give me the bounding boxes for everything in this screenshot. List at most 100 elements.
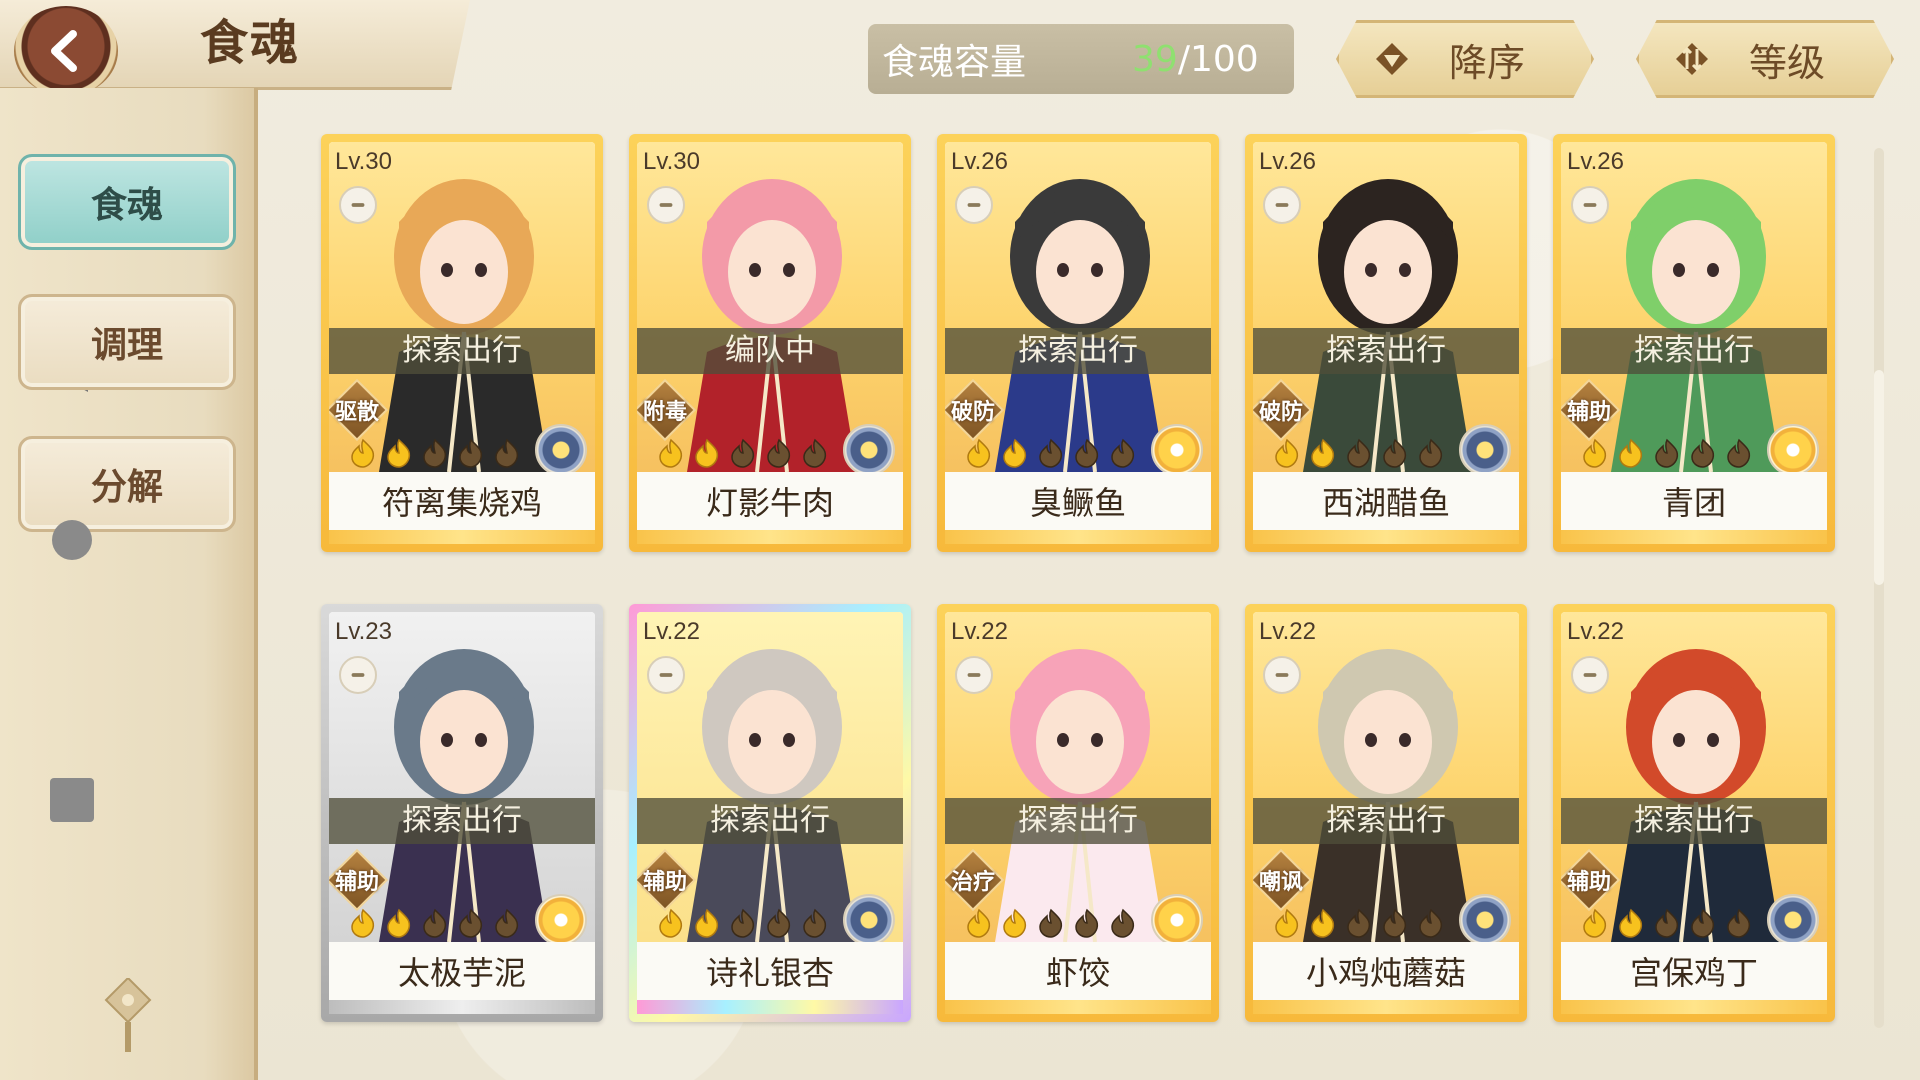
scrollbar-track[interactable] <box>1874 148 1884 1028</box>
star-flame-empty-icon <box>1075 438 1099 468</box>
element-flower-icon <box>1151 894 1203 946</box>
food-soul-card[interactable]: Lv.22 探索出行 嘲讽 小鸡炖蘑菇 <box>1245 604 1527 1022</box>
card-frame: Lv.22 探索出行 辅助 宫保鸡丁 <box>1561 612 1827 1014</box>
star-flame-filled-icon <box>967 908 991 938</box>
star-flame-filled-icon <box>967 438 991 468</box>
sidebar-item-food-souls[interactable]: 食魂 <box>18 154 236 250</box>
star-flame-empty-icon <box>423 908 447 938</box>
scrollbar-thumb[interactable] <box>1874 370 1884 585</box>
role-label: 驱散 <box>334 400 379 425</box>
star-flame-filled-icon <box>695 908 719 938</box>
star-flame-empty-icon <box>1039 438 1063 468</box>
star-flame-empty-icon <box>1111 438 1135 468</box>
sort-order-button[interactable]: 降序 <box>1336 20 1594 98</box>
star-flame-filled-icon <box>1619 908 1643 938</box>
star-flame-filled-icon <box>1275 908 1299 938</box>
star-flame-filled-icon <box>1583 908 1607 938</box>
capacity-display: 食魂容量 39 / 100 <box>868 24 1294 94</box>
role-badge: 驱散 <box>329 378 389 442</box>
star-rating <box>1271 438 1447 468</box>
element-flower-icon <box>535 424 587 476</box>
bowl-icon <box>339 186 377 224</box>
star-flame-empty-icon <box>1419 438 1443 468</box>
sidebar-item-label: 食魂 <box>90 184 163 226</box>
star-flame-filled-icon <box>351 908 375 938</box>
role-label: 嘲讽 <box>1258 870 1303 895</box>
element-flower-icon <box>1459 894 1511 946</box>
sidebar: 食魂 调理 分解 <box>0 88 258 1080</box>
element-flower-icon <box>1459 424 1511 476</box>
star-flame-empty-icon <box>731 438 755 468</box>
card-bottom-band <box>329 530 595 544</box>
bowl-icon <box>955 186 993 224</box>
character-figure <box>1303 179 1473 472</box>
sort-field-button[interactable]: 等级 <box>1636 20 1894 98</box>
level-label: Lv.22 <box>1259 618 1316 645</box>
card-bottom-band <box>637 1000 903 1014</box>
character-portrait: Lv.30 探索出行 驱散 <box>329 142 595 476</box>
card-frame: Lv.22 探索出行 辅助 诗礼银杏 <box>637 612 903 1014</box>
star-rating <box>655 438 831 468</box>
role-label: 辅助 <box>334 870 379 895</box>
capacity-current: 39 <box>1132 38 1178 80</box>
sidebar-item-prepare[interactable]: 调理 <box>18 294 236 390</box>
star-rating <box>963 908 1139 938</box>
character-figure <box>995 179 1165 472</box>
character-portrait: Lv.22 探索出行 辅助 <box>1561 612 1827 946</box>
food-soul-card[interactable]: Lv.23 探索出行 辅助 太极芋泥 <box>321 604 603 1022</box>
capacity-separator: / <box>1177 38 1190 80</box>
star-flame-empty-icon <box>1419 908 1443 938</box>
character-figure <box>1611 649 1781 942</box>
back-button[interactable] <box>14 6 118 96</box>
star-flame-empty-icon <box>731 908 755 938</box>
character-portrait: Lv.23 探索出行 辅助 <box>329 612 595 946</box>
food-soul-card[interactable]: Lv.30 编队中 附毒 灯影牛肉 <box>629 134 911 552</box>
status-label: 探索出行 <box>1253 798 1519 844</box>
food-soul-card[interactable]: Lv.26 探索出行 破防 臭鳜鱼 <box>937 134 1219 552</box>
character-portrait: Lv.22 探索出行 辅助 <box>637 612 903 946</box>
food-soul-card[interactable]: Lv.22 探索出行 辅助 诗礼银杏 <box>629 604 911 1022</box>
nav-recents-square-icon[interactable] <box>50 778 94 822</box>
role-label: 辅助 <box>1566 870 1611 895</box>
character-figure <box>379 649 549 942</box>
star-flame-empty-icon <box>495 908 519 938</box>
food-soul-card[interactable]: Lv.26 探索出行 辅助 青团 <box>1553 134 1835 552</box>
character-portrait: Lv.26 探索出行 破防 <box>945 142 1211 476</box>
star-rating <box>963 438 1139 468</box>
capacity-max: 100 <box>1189 38 1259 80</box>
food-soul-card[interactable]: Lv.22 探索出行 治疗 虾饺 <box>937 604 1219 1022</box>
star-rating <box>655 908 831 938</box>
food-soul-card[interactable]: Lv.26 探索出行 破防 西湖醋鱼 <box>1245 134 1527 552</box>
star-flame-filled-icon <box>1003 438 1027 468</box>
element-flower-icon <box>1767 424 1819 476</box>
star-flame-empty-icon <box>767 908 791 938</box>
nav-home-circle-icon[interactable] <box>52 520 92 560</box>
character-figure <box>687 179 857 472</box>
bowl-icon <box>647 656 685 694</box>
food-soul-card[interactable]: Lv.22 探索出行 辅助 宫保鸡丁 <box>1553 604 1835 1022</box>
page-title: 食魂 <box>200 15 301 71</box>
star-rating <box>1579 438 1755 468</box>
sort-field-label: 等级 <box>1749 40 1826 85</box>
food-soul-card[interactable]: Lv.30 探索出行 驱散 符离集烧鸡 <box>321 134 603 552</box>
star-flame-filled-icon <box>659 908 683 938</box>
star-flame-empty-icon <box>1111 908 1135 938</box>
role-badge: 辅助 <box>1561 378 1621 442</box>
role-label: 辅助 <box>1566 400 1611 425</box>
element-flower-icon <box>1767 894 1819 946</box>
card-bottom-band <box>1561 1000 1827 1014</box>
star-rating <box>347 438 523 468</box>
level-label: Lv.26 <box>1567 148 1624 175</box>
sidebar-item-decompose[interactable]: 分解 <box>18 436 236 532</box>
level-label: Lv.26 <box>1259 148 1316 175</box>
role-label: 辅助 <box>642 870 687 895</box>
role-label: 附毒 <box>642 400 687 425</box>
star-flame-filled-icon <box>387 908 411 938</box>
card-bottom-band <box>1561 530 1827 544</box>
role-badge: 破防 <box>1253 378 1313 442</box>
star-flame-empty-icon <box>423 438 447 468</box>
bowl-icon <box>1263 186 1301 224</box>
star-rating <box>347 908 523 938</box>
character-portrait: Lv.26 探索出行 破防 <box>1253 142 1519 476</box>
element-flower-icon <box>1151 424 1203 476</box>
